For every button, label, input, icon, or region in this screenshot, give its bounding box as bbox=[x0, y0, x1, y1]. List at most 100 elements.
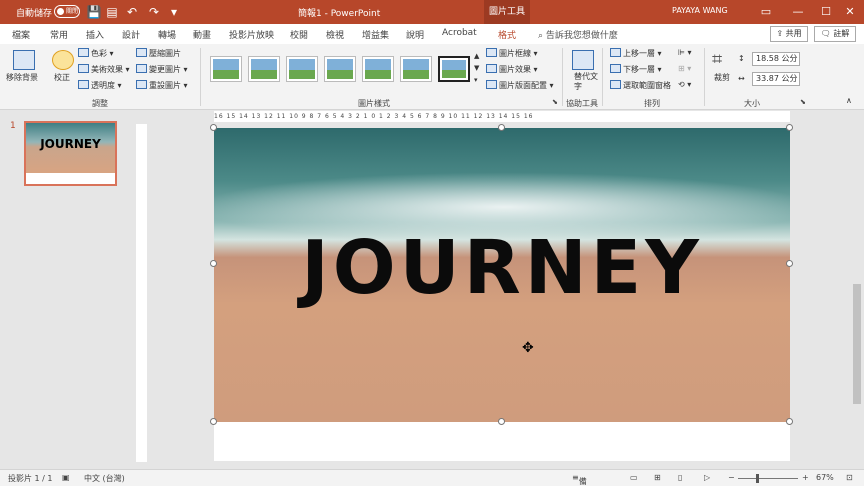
send-backward-button[interactable]: 下移一層 ▾ bbox=[610, 64, 662, 75]
width-field[interactable]: 33.87 公分 bbox=[752, 72, 800, 86]
language-indicator[interactable]: 中文 (台灣) bbox=[84, 473, 125, 484]
zoom-level[interactable]: 67% bbox=[816, 473, 834, 482]
share-icon: ⇪ bbox=[776, 29, 786, 38]
ribbon-tabs: 檔案 常用 插入 設計 轉場 動畫 投影片放映 校閱 檢視 增益集 說明 Acr… bbox=[0, 24, 864, 46]
gallery-down-icon[interactable]: ▼ bbox=[474, 64, 479, 72]
size-dialog-launcher-icon[interactable]: ⬊ bbox=[800, 98, 806, 106]
dialog-launcher-icon[interactable]: ⬊ bbox=[552, 98, 558, 106]
ribbon-display-icon[interactable]: ▭ bbox=[750, 0, 782, 24]
slide-title-text[interactable]: JOURNEY bbox=[214, 228, 790, 308]
picture-style-2[interactable] bbox=[248, 56, 280, 82]
resize-handle-bottom-left[interactable] bbox=[210, 418, 217, 425]
save-icon[interactable]: 💾 bbox=[86, 4, 102, 20]
tab-file[interactable]: 檔案 bbox=[12, 28, 30, 41]
color-button[interactable]: 色彩 ▾ bbox=[78, 48, 114, 59]
tab-addins[interactable]: 增益集 bbox=[362, 28, 389, 41]
align-icon[interactable]: ⊫ ▾ bbox=[678, 48, 692, 57]
crop-icon[interactable]: ⌗ bbox=[712, 50, 734, 70]
tab-design[interactable]: 設計 bbox=[122, 28, 140, 41]
transparency-button[interactable]: 透明度 ▾ bbox=[78, 80, 122, 91]
tab-slideshow[interactable]: 投影片放映 bbox=[229, 28, 274, 41]
tab-acrobat[interactable]: Acrobat bbox=[442, 28, 477, 38]
picture-layout-button[interactable]: 圖片版面配置 ▾ bbox=[486, 80, 554, 91]
tab-home[interactable]: 常用 bbox=[50, 28, 68, 41]
customize-qat-icon[interactable]: ▾ bbox=[166, 4, 182, 20]
picture-style-6[interactable] bbox=[400, 56, 432, 82]
ribbon-format: 移除背景 校正 色彩 ▾ 美術效果 ▾ 透明度 ▾ 壓縮圖片 變更圖片 ▾ 重設… bbox=[0, 44, 864, 110]
rotate-icon[interactable]: ⟲ ▾ bbox=[678, 80, 691, 89]
height-field[interactable]: 18.58 公分 bbox=[752, 52, 800, 66]
zoom-slider-thumb[interactable] bbox=[756, 474, 759, 483]
beach-photo[interactable]: JOURNEY bbox=[214, 128, 790, 422]
picture-style-3[interactable] bbox=[286, 56, 318, 82]
resize-handle-bottom[interactable] bbox=[498, 418, 505, 425]
gallery-up-icon[interactable]: ▲ bbox=[474, 52, 479, 60]
user-name[interactable]: PAYAYA WANG bbox=[672, 6, 728, 15]
resize-handle-left[interactable] bbox=[210, 260, 217, 267]
picture-effects-button[interactable]: 圖片效果 ▾ bbox=[486, 64, 538, 75]
alt-text-icon[interactable] bbox=[572, 50, 594, 70]
resize-handle-top[interactable] bbox=[498, 124, 505, 131]
comments-button[interactable]: 🗨 註解 bbox=[814, 26, 856, 42]
tab-format[interactable]: 格式 bbox=[495, 28, 519, 46]
remove-background-button[interactable]: 移除背景 bbox=[6, 72, 38, 83]
share-button[interactable]: ⇪ 共用 bbox=[770, 26, 808, 42]
crop-button[interactable]: 裁剪 bbox=[714, 72, 730, 83]
zoom-in-icon[interactable]: + bbox=[802, 473, 809, 482]
picture-layout-icon bbox=[486, 80, 497, 89]
accessibility-check-icon[interactable]: ▣ bbox=[62, 473, 70, 482]
zoom-out-icon[interactable]: − bbox=[728, 473, 735, 482]
undo-icon[interactable]: ↶ bbox=[124, 4, 140, 20]
reset-label: 重設圖片 bbox=[149, 81, 181, 90]
normal-view-icon[interactable]: ▭ bbox=[630, 473, 638, 482]
tab-animations[interactable]: 動畫 bbox=[193, 28, 211, 41]
tab-help[interactable]: 說明 bbox=[406, 28, 424, 41]
notes-button[interactable]: ≡ 備忘稿 bbox=[572, 473, 587, 486]
selection-pane-label: 選取範圍窗格 bbox=[623, 81, 671, 90]
picture-tools-context-tab: 圖片工具 bbox=[484, 0, 530, 24]
tab-review[interactable]: 校閱 bbox=[290, 28, 308, 41]
resize-handle-top-left[interactable] bbox=[210, 124, 217, 131]
collapse-ribbon-icon[interactable]: ∧ bbox=[846, 96, 852, 105]
redo-icon[interactable]: ↷ bbox=[146, 4, 162, 20]
tab-view[interactable]: 檢視 bbox=[326, 28, 344, 41]
group-objects-icon[interactable]: ⊞ ▾ bbox=[678, 64, 691, 73]
resize-handle-bottom-right[interactable] bbox=[786, 418, 793, 425]
autosave-toggle[interactable]: 關閉 bbox=[54, 5, 80, 18]
layout-icon[interactable]: ▤ bbox=[104, 4, 120, 20]
horizontal-ruler[interactable]: 16 15 14 13 12 11 10 9 8 7 6 5 4 3 2 1 0… bbox=[214, 111, 790, 122]
picture-style-1[interactable] bbox=[210, 56, 242, 82]
separator bbox=[704, 48, 705, 106]
resize-handle-right[interactable] bbox=[786, 260, 793, 267]
tab-transitions[interactable]: 轉場 bbox=[158, 28, 176, 41]
fit-to-window-icon[interactable]: ⊡ bbox=[846, 473, 853, 482]
slide-sorter-icon[interactable]: ⊞ bbox=[654, 473, 661, 482]
vertical-ruler[interactable] bbox=[136, 124, 147, 462]
tell-me-search[interactable]: ⌕ 告訴我您想做什麼 bbox=[538, 28, 618, 41]
close-button[interactable]: ✕ bbox=[834, 0, 864, 24]
slideshow-icon[interactable]: ▷ bbox=[704, 473, 710, 482]
reading-view-icon[interactable]: ▯ bbox=[678, 473, 682, 482]
picture-style-4[interactable] bbox=[324, 56, 356, 82]
vertical-scrollbar[interactable] bbox=[850, 124, 864, 469]
gallery-more-icon[interactable]: ▾ bbox=[474, 76, 478, 84]
resize-handle-top-right[interactable] bbox=[786, 124, 793, 131]
bring-forward-button[interactable]: 上移一層 ▾ bbox=[610, 48, 662, 59]
slide-canvas[interactable]: JOURNEY bbox=[210, 124, 793, 461]
alt-text-button[interactable]: 替代文字 bbox=[574, 72, 598, 92]
corrections-icon[interactable] bbox=[52, 50, 74, 70]
tab-insert[interactable]: 插入 bbox=[86, 28, 104, 41]
scrollbar-thumb[interactable] bbox=[853, 284, 861, 404]
picture-border-button[interactable]: 圖片框線 ▾ bbox=[486, 48, 538, 59]
compress-pictures-button[interactable]: 壓縮圖片 bbox=[136, 48, 181, 59]
reset-picture-button[interactable]: 重設圖片 ▾ bbox=[136, 80, 188, 91]
selection-pane-button[interactable]: 選取範圍窗格 bbox=[610, 80, 671, 91]
picture-style-7[interactable] bbox=[438, 56, 470, 82]
zoom-slider[interactable] bbox=[738, 474, 798, 483]
slide-thumbnail[interactable]: JOURNEY bbox=[24, 121, 117, 186]
remove-background-icon[interactable] bbox=[13, 50, 35, 70]
picture-style-5[interactable] bbox=[362, 56, 394, 82]
artistic-effects-button[interactable]: 美術效果 ▾ bbox=[78, 64, 130, 75]
change-picture-button[interactable]: 變更圖片 ▾ bbox=[136, 64, 188, 75]
corrections-button[interactable]: 校正 bbox=[54, 72, 70, 83]
